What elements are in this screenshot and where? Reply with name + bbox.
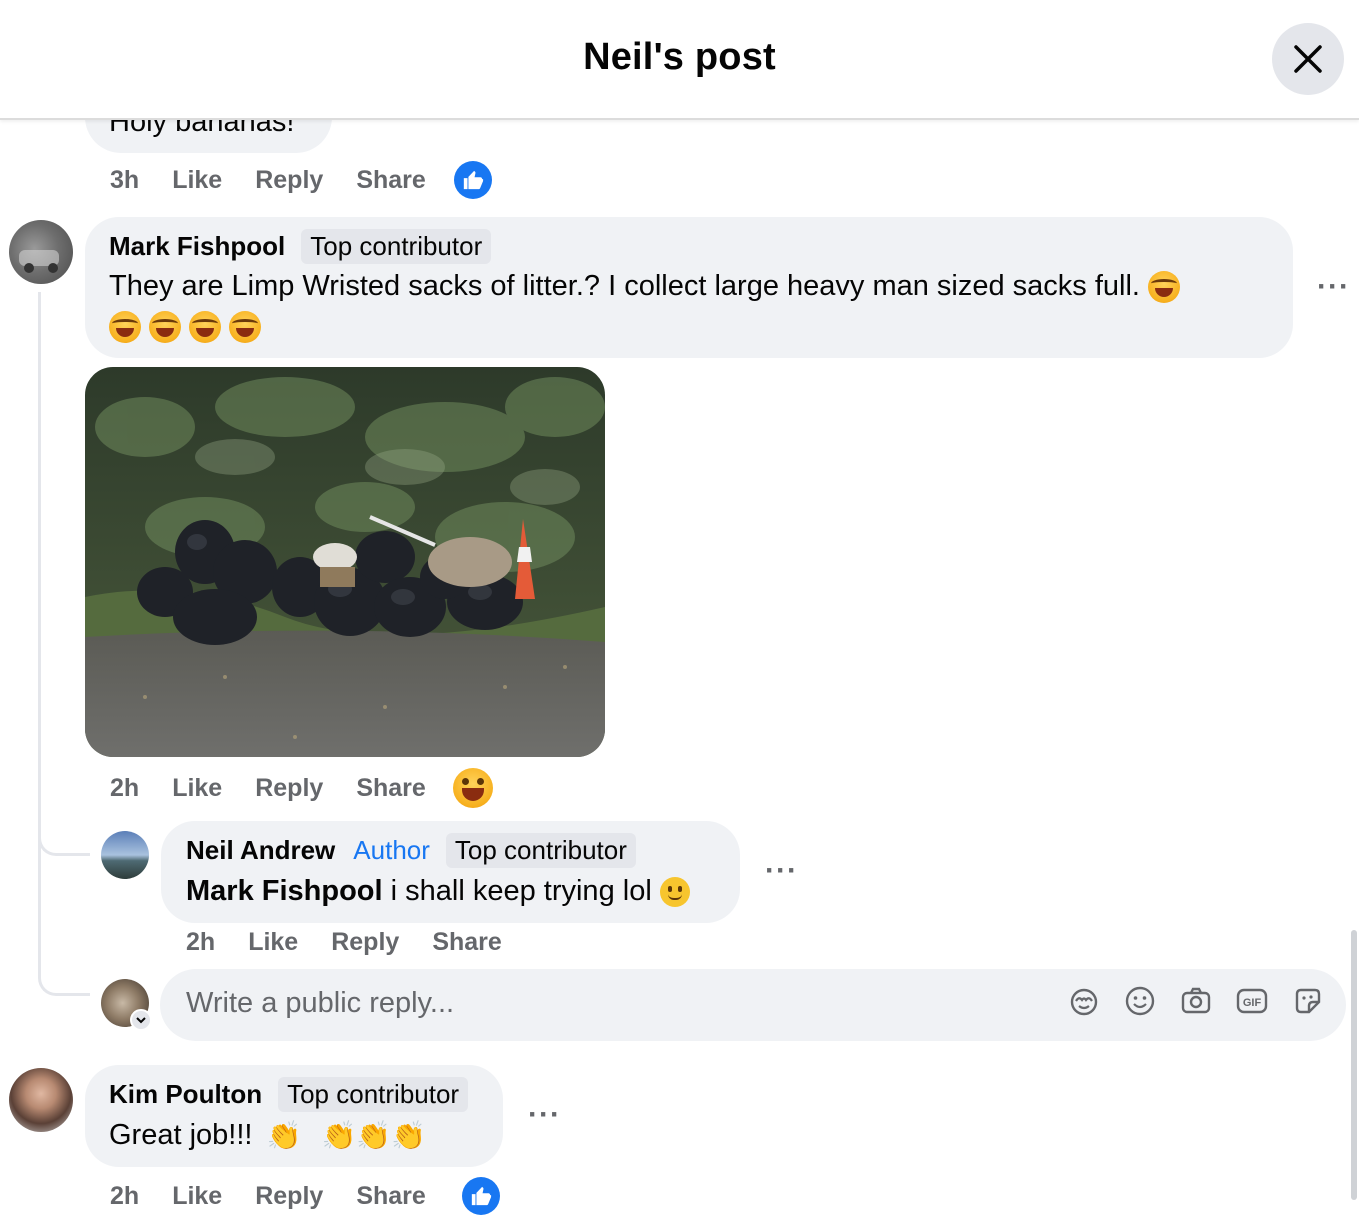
top-contributor-badge: Top contributor bbox=[301, 229, 492, 264]
thread-line bbox=[38, 292, 41, 852]
like-action[interactable]: Like bbox=[172, 1182, 222, 1211]
laughing-emoji-icon bbox=[109, 311, 141, 344]
svg-text:GIF: GIF bbox=[1243, 997, 1262, 1009]
comment-bubble: Mark Fishpool Top contributor They are L… bbox=[85, 217, 1293, 358]
avatar-sticker-icon[interactable] bbox=[1068, 985, 1100, 1017]
emoji-icon[interactable] bbox=[1124, 985, 1156, 1017]
smile-emoji-icon bbox=[659, 877, 690, 908]
share-action[interactable]: Share bbox=[356, 774, 425, 803]
commenter-name[interactable]: Kim Poulton bbox=[109, 1079, 262, 1110]
laughing-emoji-icon bbox=[189, 311, 222, 344]
avatar[interactable] bbox=[9, 1068, 73, 1132]
reply-action[interactable]: Reply bbox=[255, 1182, 323, 1211]
clapping-hands-icon: 👏 bbox=[356, 1120, 392, 1152]
laughing-emoji-icon bbox=[229, 311, 262, 344]
reply-input[interactable]: Write a public reply... GIF bbox=[160, 969, 1346, 1041]
comment-bubble: Kim Poulton Top contributor Great job!!!… bbox=[85, 1065, 503, 1167]
gif-icon[interactable]: GIF bbox=[1236, 985, 1268, 1017]
page-title: Neil's post bbox=[583, 36, 776, 78]
close-icon bbox=[1294, 45, 1322, 73]
avatar[interactable] bbox=[9, 220, 73, 284]
camera-icon[interactable] bbox=[1180, 985, 1212, 1017]
share-action[interactable]: Share bbox=[432, 928, 501, 957]
author-badge: Author bbox=[353, 835, 430, 865]
comment-text-line: Mark Fishpool i shall keep trying lol bbox=[186, 871, 690, 911]
comment-actions: 2h Like Reply Share bbox=[110, 1182, 459, 1211]
like-reaction-icon[interactable] bbox=[454, 161, 492, 199]
comment-time[interactable]: 3h bbox=[110, 166, 139, 195]
comment-time[interactable]: 2h bbox=[186, 928, 215, 957]
like-action[interactable]: Like bbox=[172, 166, 222, 195]
like-action[interactable]: Like bbox=[172, 774, 222, 803]
avatar[interactable] bbox=[101, 831, 149, 879]
comment-text: They are Limp Wristed sacks of litter.? … bbox=[109, 270, 1140, 302]
current-user-avatar[interactable] bbox=[101, 979, 152, 1031]
clapping-hands-icon: 👏 bbox=[266, 1120, 302, 1152]
comment-time[interactable]: 2h bbox=[110, 774, 139, 803]
reply-action[interactable]: Reply bbox=[255, 166, 323, 195]
reply-actions: 2h Like Reply Share bbox=[186, 928, 535, 957]
comment-actions: 2h Like Reply Share bbox=[110, 774, 459, 803]
mention-link[interactable]: Mark Fishpool bbox=[186, 875, 383, 907]
more-options-icon[interactable]: ··· bbox=[528, 1098, 561, 1132]
share-action[interactable]: Share bbox=[356, 166, 425, 195]
top-contributor-badge: Top contributor bbox=[445, 833, 636, 868]
comment-text: i shall keep trying lol bbox=[382, 875, 652, 907]
comment-text-line: They are Limp Wristed sacks of litter.? … bbox=[109, 266, 1269, 346]
chevron-down-icon[interactable] bbox=[130, 1009, 152, 1031]
reply-action[interactable]: Reply bbox=[255, 774, 323, 803]
laughing-emoji-icon bbox=[149, 311, 182, 344]
modal-header: Neil's post bbox=[0, 0, 1359, 120]
comment-time[interactable]: 2h bbox=[110, 1182, 139, 1211]
reply-bubble: Neil Andrew Author Top contributor Mark … bbox=[161, 821, 740, 923]
comment-actions: 3h Like Reply Share bbox=[110, 166, 459, 195]
share-action[interactable]: Share bbox=[356, 1182, 425, 1211]
reply-placeholder: Write a public reply... bbox=[186, 987, 455, 1019]
reply-action[interactable]: Reply bbox=[331, 928, 399, 957]
clapping-hands-icon: 👏 bbox=[321, 1120, 357, 1152]
comment-text-line: Great job!!! 👏 👏👏👏 bbox=[109, 1115, 426, 1156]
more-options-icon[interactable]: ··· bbox=[765, 854, 798, 888]
like-reaction-icon[interactable] bbox=[462, 1177, 500, 1215]
top-contributor-badge: Top contributor bbox=[278, 1077, 469, 1112]
haha-reaction-icon[interactable] bbox=[453, 768, 493, 808]
comment-photo[interactable] bbox=[85, 367, 605, 757]
sticker-icon[interactable] bbox=[1292, 985, 1324, 1017]
clapping-hands-icon: 👏 bbox=[391, 1120, 427, 1152]
scrollbar[interactable] bbox=[1351, 930, 1357, 1200]
comments-panel: Holy bananas! 3h Like Reply Share Mark F… bbox=[0, 0, 1359, 1227]
more-options-icon[interactable]: ··· bbox=[1317, 270, 1350, 304]
commenter-name[interactable]: Mark Fishpool bbox=[109, 231, 285, 262]
close-button[interactable] bbox=[1272, 23, 1344, 95]
comment-text: Great job!!! bbox=[109, 1119, 253, 1151]
thread-branch bbox=[38, 850, 90, 996]
commenter-name[interactable]: Neil Andrew bbox=[186, 835, 335, 866]
like-action[interactable]: Like bbox=[248, 928, 298, 957]
reply-toolbar: GIF bbox=[1068, 985, 1324, 1017]
laughing-emoji-icon bbox=[1148, 271, 1181, 304]
